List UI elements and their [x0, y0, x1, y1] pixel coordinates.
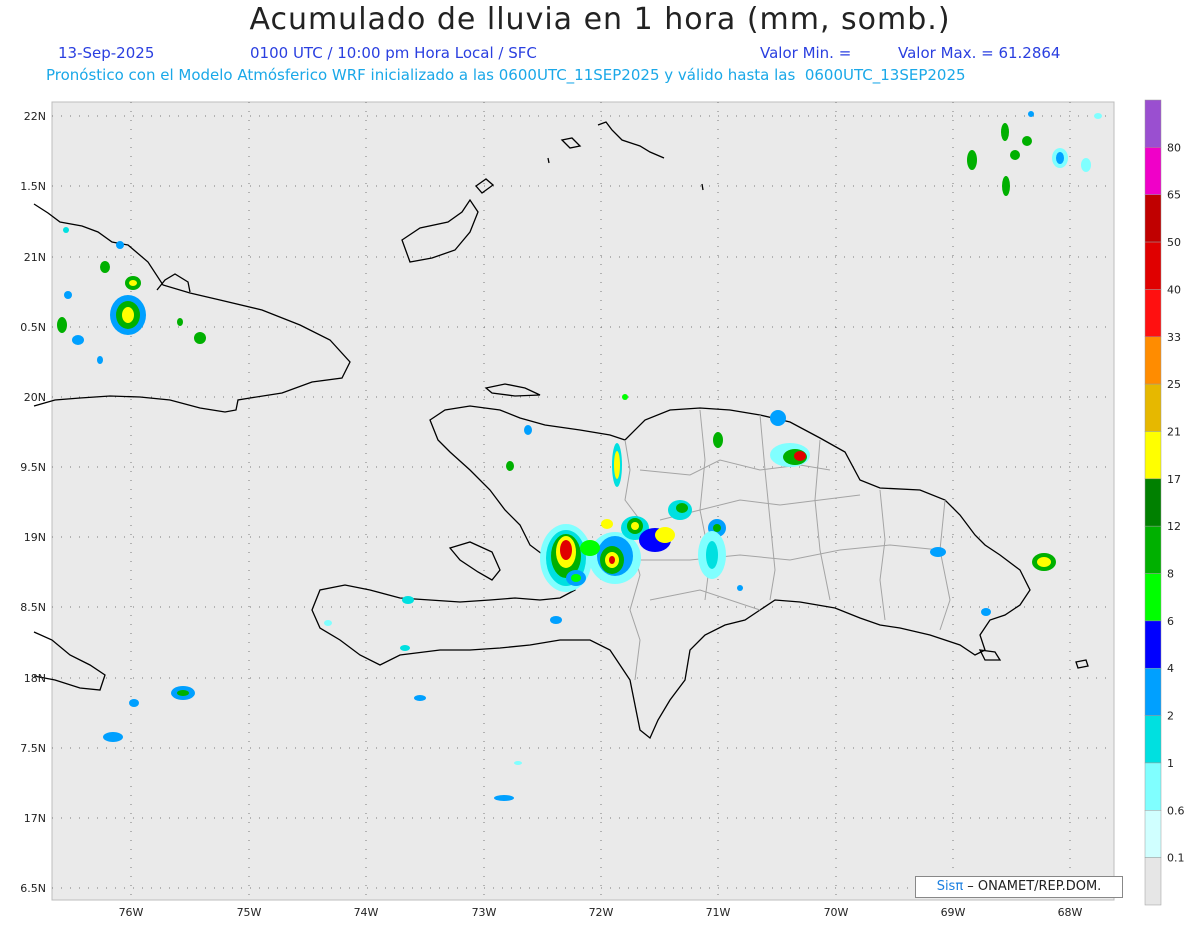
legend-swatch — [1144, 431, 1162, 480]
lat-label: 1.5N — [20, 180, 46, 193]
lon-label: 73W — [472, 906, 497, 919]
lat-label: 7.5N — [20, 742, 46, 755]
legend-swatch — [1144, 667, 1162, 716]
valor-min: Valor Min. = — [760, 44, 852, 62]
legend-swatch — [1144, 147, 1162, 195]
lon-axis: 76W 75W 74W 73W 72W 71W 70W 69W 68W — [119, 906, 1083, 919]
lon-label: 72W — [589, 906, 614, 919]
legend-swatch — [1144, 99, 1162, 148]
legend-label: 80 — [1167, 141, 1181, 154]
lat-label: 9.5N — [20, 461, 46, 474]
legend-label: 65 — [1167, 189, 1181, 202]
map-background — [51, 101, 1115, 901]
legend-swatch — [1144, 194, 1162, 243]
lon-label: 68W — [1058, 906, 1083, 919]
legend-swatch — [1144, 241, 1162, 290]
lon-label: 75W — [237, 906, 262, 919]
lat-label: 20N — [24, 391, 46, 404]
lon-label: 76W — [119, 906, 144, 919]
legend-label: 25 — [1167, 378, 1181, 391]
credit-box: Sisπ – ONAMET/REP.DOM. — [915, 876, 1123, 898]
lat-label: 6.5N — [20, 882, 46, 895]
lat-label: 19N — [24, 531, 46, 544]
legend-swatch — [1144, 620, 1162, 669]
legend-label: 33 — [1167, 331, 1181, 344]
legend-label: 6 — [1167, 615, 1174, 628]
lon-label: 71W — [706, 906, 731, 919]
legend-label: 12 — [1167, 520, 1181, 533]
lat-label: 17N — [24, 812, 46, 825]
lon-label: 74W — [354, 906, 379, 919]
legend-swatch — [1144, 289, 1162, 338]
legend-label: 4 — [1167, 662, 1174, 675]
valor-max: Valor Max. = 61.2864 — [898, 44, 1061, 62]
legend-label: 1 — [1167, 757, 1174, 770]
legend-label: 0.6 — [1167, 804, 1185, 817]
lat-label: 0.5N — [20, 321, 46, 334]
legend-label: 8 — [1167, 568, 1174, 581]
color-legend: 806550403325211712864210.60.1 — [1144, 99, 1185, 906]
legend-swatch — [1144, 762, 1162, 811]
time-info: 0100 UTC / 10:00 pm Hora Local / SFC — [250, 44, 537, 62]
precipitation-map: 22N 1.5N 21N 0.5N 20N 9.5N 19N 8.5N 18N … — [20, 99, 1185, 919]
legend-label: 50 — [1167, 236, 1181, 249]
sispi-logo: Sisπ — [936, 879, 964, 894]
forecast-note: Pronóstico con el Modelo Atmósferico WRF… — [46, 66, 966, 84]
lat-label: 8.5N — [20, 601, 46, 614]
legend-label: 2 — [1167, 710, 1174, 723]
legend-swatch — [1144, 715, 1162, 764]
legend-swatch — [1144, 383, 1162, 432]
lat-label: 18N — [24, 672, 46, 685]
credit-text: – ONAMET/REP.DOM. — [963, 879, 1102, 894]
forecast-date: 13-Sep-2025 — [58, 44, 155, 62]
lon-label: 70W — [824, 906, 849, 919]
lat-axis: 22N 1.5N 21N 0.5N 20N 9.5N 19N 8.5N 18N … — [20, 110, 46, 895]
legend-swatch — [1144, 573, 1162, 622]
legend-label: 21 — [1167, 425, 1181, 438]
lat-label: 21N — [24, 251, 46, 264]
lat-label: 22N — [24, 110, 46, 123]
map-title: Acumulado de lluvia en 1 hora (mm, somb.… — [249, 2, 951, 37]
lon-label: 69W — [941, 906, 966, 919]
legend-swatch — [1144, 478, 1162, 527]
legend-label: 40 — [1167, 283, 1181, 296]
legend-swatch — [1144, 810, 1162, 858]
legend-label: 17 — [1167, 473, 1181, 486]
legend-label: 0.1 — [1167, 852, 1185, 865]
legend-swatch — [1144, 857, 1162, 906]
legend-swatch — [1144, 336, 1162, 385]
legend-swatch — [1144, 525, 1162, 574]
